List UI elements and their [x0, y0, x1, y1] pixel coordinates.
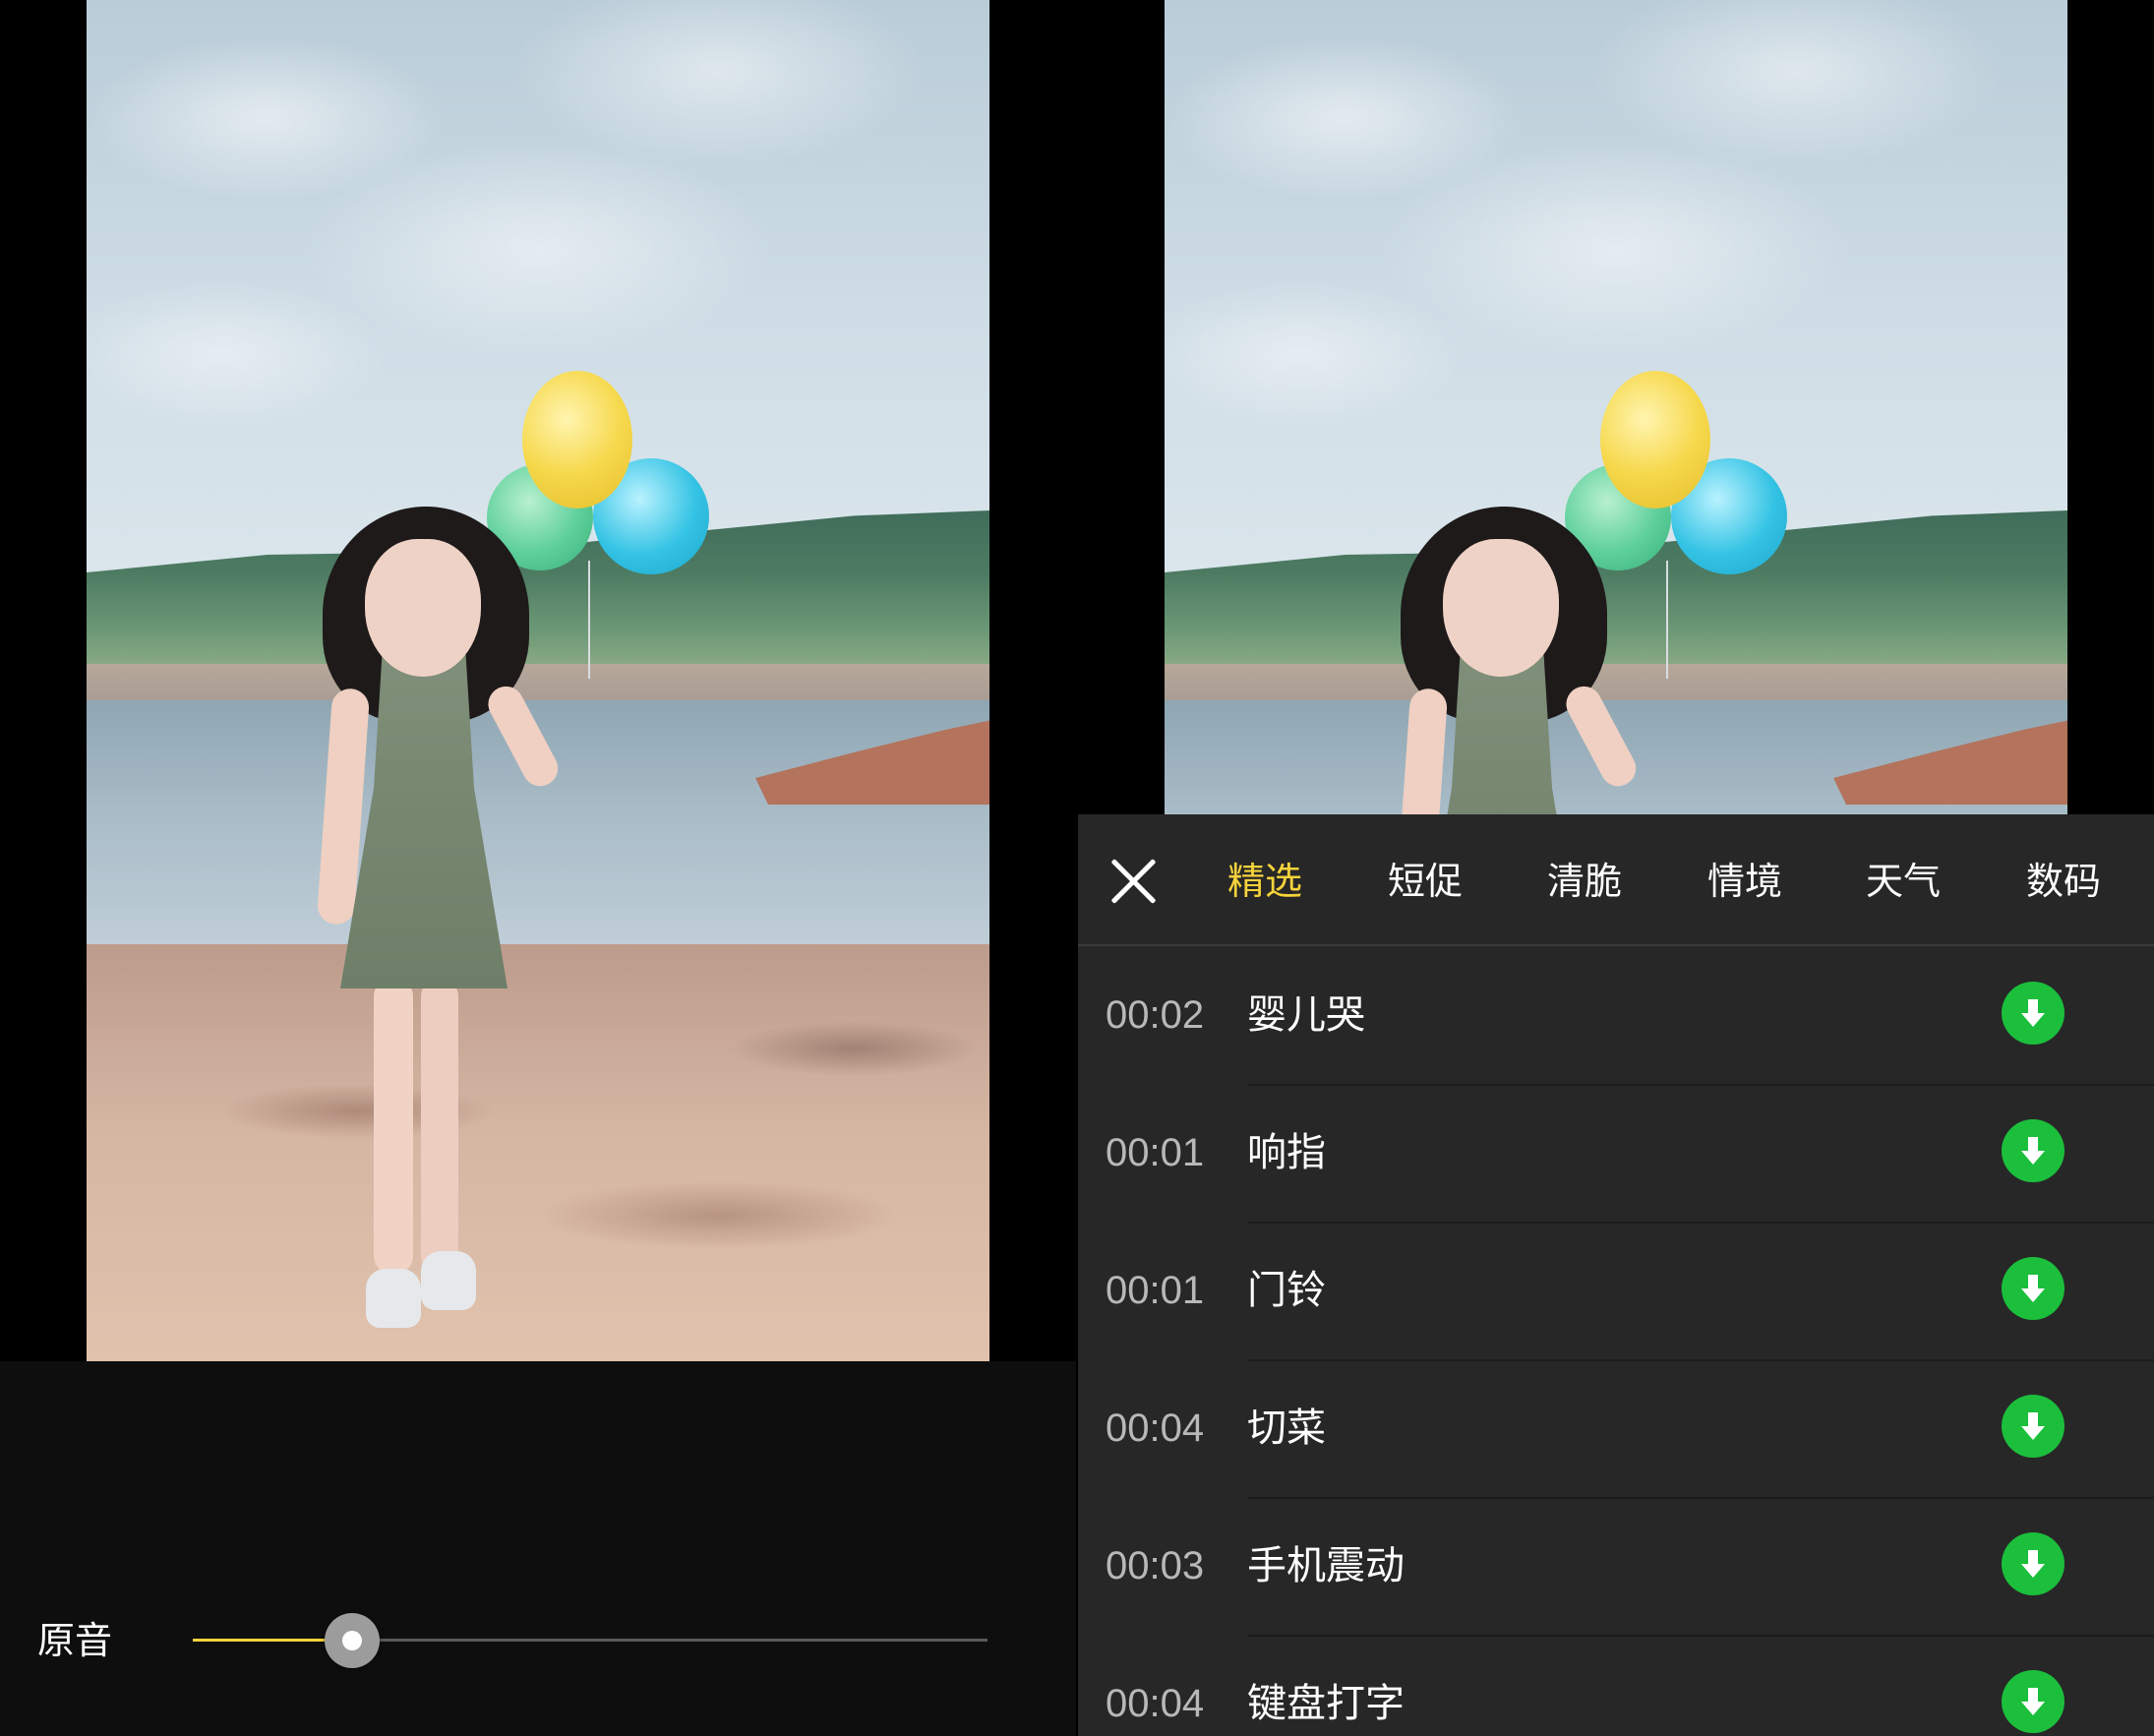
left-screen: 原音 — [0, 0, 1076, 1736]
sound-name: 切菜 — [1247, 1406, 1326, 1451]
sound-effects-panel: 精选 短促 清脆 情境 天气 数码 00:02 婴儿哭 00:01 响指 00:… — [1078, 814, 2154, 1736]
audio-control-panel: 原音 — [0, 1361, 1076, 1736]
tab-digital[interactable]: 数码 — [2026, 854, 2101, 909]
download-arrow-icon[interactable] — [2002, 1257, 2064, 1320]
download-arrow-icon[interactable] — [2002, 1395, 2064, 1458]
girl-leg-right — [421, 979, 458, 1274]
sound-duration: 00:02 — [1106, 993, 1205, 1037]
shore — [1165, 664, 2067, 703]
sound-item[interactable]: 00:04 切菜 — [1078, 1361, 2154, 1499]
download-arrow-icon[interactable] — [2002, 1119, 2064, 1182]
shoe-left — [366, 1269, 421, 1328]
balloon-string — [1666, 561, 1668, 679]
category-tab-bar: 精选 短促 清脆 情境 天气 数码 — [1078, 814, 2154, 946]
sound-duration: 00:04 — [1106, 1682, 1205, 1725]
rocky-ground — [87, 944, 989, 1361]
download-arrow-icon[interactable] — [2002, 1670, 2064, 1733]
right-screen: 精选 短促 清脆 情境 天气 数码 00:02 婴儿哭 00:01 响指 00:… — [1078, 0, 2154, 1736]
download-arrow-glyph — [2021, 999, 2045, 1027]
shoe-right — [421, 1251, 476, 1310]
sound-item[interactable]: 00:04 键盘打字 — [1078, 1637, 2154, 1736]
download-arrow-glyph — [2021, 1688, 2045, 1715]
download-arrow-glyph — [2021, 1550, 2045, 1578]
original-sound-label: 原音 — [37, 1619, 113, 1662]
girl-face — [1443, 539, 1559, 677]
sound-name: 键盘打字 — [1247, 1681, 1405, 1726]
sound-duration: 00:03 — [1106, 1544, 1205, 1587]
tab-scene[interactable]: 情境 — [1707, 854, 1782, 909]
sound-name: 手机震动 — [1247, 1543, 1405, 1588]
download-arrow-glyph — [2021, 1137, 2045, 1165]
sound-duration: 00:01 — [1106, 1269, 1205, 1312]
tab-short[interactable]: 短促 — [1388, 854, 1463, 909]
photo-preview — [87, 0, 989, 1361]
original-sound-volume-slider[interactable] — [193, 1613, 987, 1668]
sound-item[interactable]: 00:03 手机震动 — [1078, 1499, 2154, 1637]
yellow-balloon — [1600, 371, 1710, 509]
girl-leg-left — [374, 979, 413, 1274]
photo-preview — [1165, 0, 2067, 814]
girl-face — [365, 539, 481, 677]
sound-name: 婴儿哭 — [1247, 992, 1365, 1038]
sound-item[interactable]: 00:02 婴儿哭 — [1078, 948, 2154, 1086]
sound-item[interactable]: 00:01 响指 — [1078, 1086, 2154, 1224]
download-arrow-glyph — [2021, 1275, 2045, 1302]
tab-featured[interactable]: 精选 — [1227, 854, 1302, 909]
download-arrow-glyph — [2021, 1412, 2045, 1440]
tab-crisp[interactable]: 清脆 — [1547, 854, 1622, 909]
photo-scene — [87, 0, 989, 1361]
download-arrow-icon[interactable] — [2002, 982, 2064, 1045]
tab-weather[interactable]: 天气 — [1866, 854, 1941, 909]
sound-name: 门铃 — [1247, 1268, 1326, 1313]
shore — [87, 664, 989, 703]
slider-thumb[interactable] — [324, 1613, 380, 1668]
photo-scene — [1165, 0, 2067, 814]
close-icon[interactable] — [1107, 854, 1163, 909]
balloon-string — [588, 561, 590, 679]
yellow-balloon — [522, 371, 632, 509]
sound-duration: 00:01 — [1106, 1131, 1205, 1174]
sound-duration: 00:04 — [1106, 1407, 1205, 1450]
sound-name: 响指 — [1247, 1130, 1326, 1175]
download-arrow-icon[interactable] — [2002, 1532, 2064, 1595]
sound-item[interactable]: 00:01 门铃 — [1078, 1224, 2154, 1361]
